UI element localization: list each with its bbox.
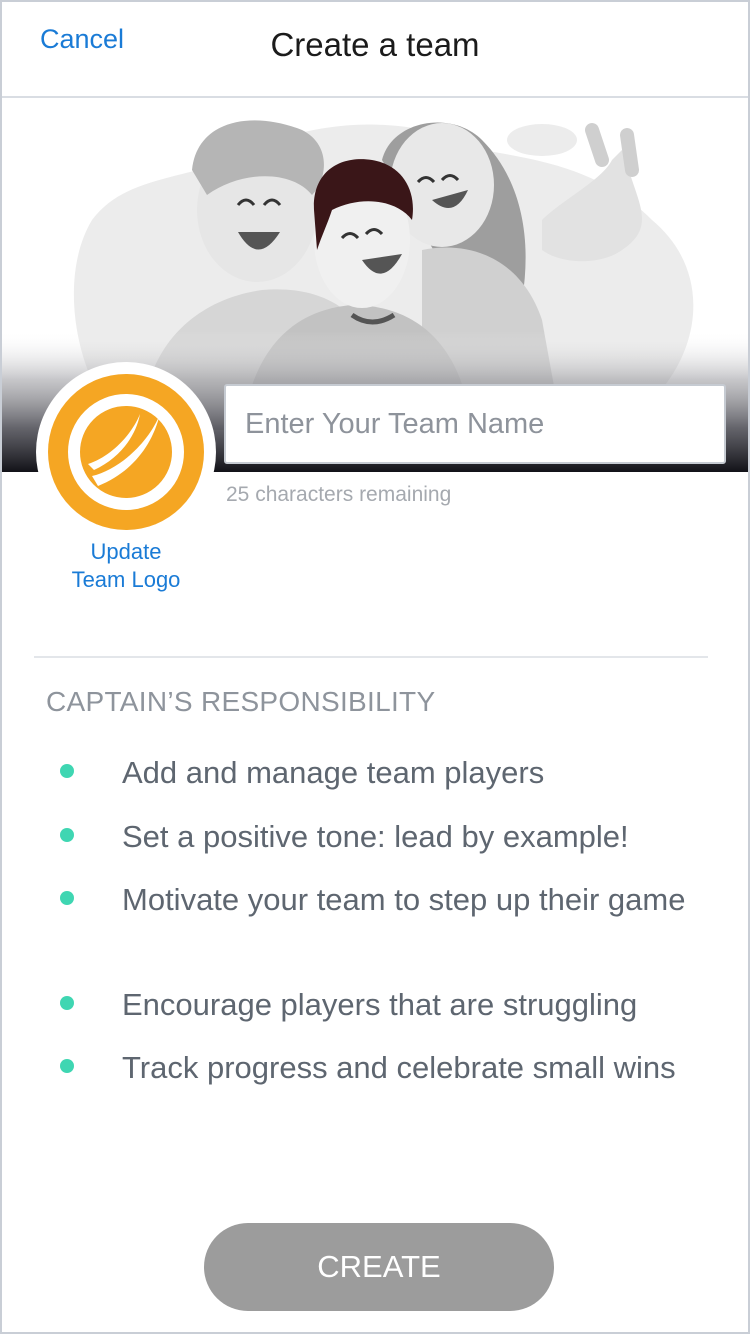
list-item-text: Track progress and celebrate small wins (122, 1050, 676, 1085)
list-item-text: Set a positive tone: lead by example! (122, 819, 629, 854)
responsibility-heading: CAPTAIN’S RESPONSIBILITY (46, 686, 436, 717)
list-item-text: Add and manage team players (122, 755, 545, 790)
page-title: Create a team (270, 26, 480, 63)
update-logo-line2: Team Logo (71, 567, 181, 592)
bullet-dot (60, 764, 74, 778)
team-logo-container[interactable] (36, 362, 216, 542)
create-button[interactable]: CREATE (204, 1223, 554, 1311)
bullet-dot (60, 828, 74, 842)
bullet-dot (60, 1059, 74, 1073)
characters-remaining: 25 characters remaining (226, 483, 452, 506)
list-item-text: Motivate your team to step up their game (122, 882, 686, 917)
list-item-text: Encourage players that are struggling (122, 987, 638, 1022)
section-divider (34, 656, 708, 658)
bullet-dot (60, 996, 74, 1010)
bullet-dot (60, 891, 74, 905)
team-name-input[interactable] (224, 384, 726, 464)
update-logo-line1: Update (90, 539, 162, 564)
update-team-logo-link[interactable]: Update Team Logo (36, 538, 216, 594)
nav-header: Cancel Create a team (2, 2, 748, 98)
create-team-screen: Cancel Create a team Update Team Logo En… (0, 0, 750, 1334)
team-logo (48, 374, 204, 530)
team-logo-icon (68, 394, 184, 510)
